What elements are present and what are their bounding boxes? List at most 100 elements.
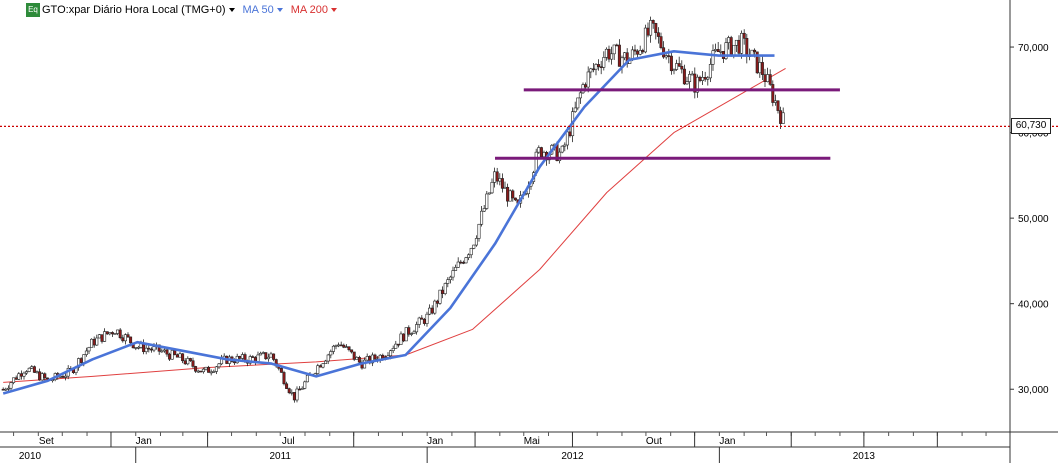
- candle-body: [287, 388, 291, 394]
- candle-body: [285, 383, 289, 389]
- candle-body: [454, 267, 458, 271]
- candle-body: [389, 350, 393, 357]
- candle-body: [290, 392, 294, 394]
- candle-body: [485, 193, 489, 209]
- candle-body: [441, 289, 445, 294]
- candle-body: [331, 345, 335, 352]
- ma200-dropdown-icon[interactable]: [331, 7, 337, 12]
- candle-body: [714, 49, 718, 51]
- candle-body: [61, 376, 65, 378]
- candle-body: [420, 317, 424, 320]
- candle-body: [422, 318, 426, 324]
- candle-body: [604, 48, 608, 58]
- candle-body: [703, 77, 707, 80]
- candle-body: [448, 276, 452, 280]
- candle-body: [493, 171, 497, 183]
- candle-body: [477, 223, 481, 239]
- candle-body: [27, 367, 31, 372]
- candle-body: [321, 363, 325, 368]
- candle-body: [565, 131, 569, 146]
- candle-body: [646, 27, 650, 36]
- candle-body: [136, 347, 140, 349]
- year-label: 2011: [269, 451, 291, 462]
- candle-body: [201, 368, 205, 373]
- candle-body: [651, 20, 655, 24]
- candle-body: [84, 350, 88, 355]
- candle-body: [576, 97, 580, 109]
- candle-body: [563, 144, 567, 147]
- candle-body: [633, 49, 637, 52]
- candle-body: [279, 368, 283, 373]
- candle-body: [742, 32, 746, 39]
- candle-body: [204, 366, 208, 370]
- candle-body: [391, 348, 395, 351]
- x-axis: Set Jan Jul Jan Mai Out Jan 2010 2011 2012 2013: [0, 431, 1058, 463]
- year-label: 2012: [561, 451, 584, 462]
- candle-body: [175, 354, 179, 358]
- candle-body: [688, 74, 692, 82]
- chart-legend: Eq GTO:xpar Diário Hora Local (TMG+0) MA…: [0, 0, 345, 20]
- candle-body: [298, 388, 302, 391]
- candle-body: [118, 329, 122, 339]
- candle-body: [350, 349, 354, 353]
- candle-body: [4, 388, 8, 391]
- y-axis: 30,00040,00050,00060,00070,000: [1009, 0, 1049, 463]
- ma200-legend-label[interactable]: MA 200: [291, 4, 328, 16]
- candle-body: [347, 346, 351, 351]
- y-tick-label: 50,000: [1018, 214, 1049, 225]
- candle-body: [503, 186, 507, 189]
- candle-body: [165, 349, 169, 355]
- x-tick-label: Set: [39, 436, 54, 447]
- candle-body: [430, 307, 434, 314]
- candle-body: [90, 338, 94, 348]
- candle-body: [6, 387, 10, 390]
- candle-body: [409, 333, 413, 335]
- candle-body: [734, 39, 738, 46]
- candle-body: [329, 351, 333, 356]
- ma50-dropdown-icon[interactable]: [276, 7, 283, 12]
- candle-body: [464, 257, 468, 264]
- candle-body: [737, 39, 741, 54]
- candle-body: [300, 388, 304, 390]
- candle-body: [677, 63, 681, 67]
- candle-body: [396, 343, 400, 346]
- candle-body: [35, 371, 39, 374]
- candle-body: [716, 49, 720, 53]
- candle-body: [233, 361, 237, 364]
- candle-body: [773, 100, 777, 103]
- candle-body: [433, 300, 437, 314]
- candle-body: [480, 210, 484, 225]
- candle-body: [711, 50, 715, 65]
- candle-body: [623, 52, 627, 59]
- candle-body: [584, 84, 588, 88]
- candle-body: [105, 331, 109, 335]
- candle-body: [251, 356, 255, 358]
- candle-body: [199, 370, 203, 373]
- candle-body: [573, 107, 577, 112]
- candle-body: [144, 347, 148, 353]
- candle-body: [415, 324, 419, 333]
- candle-body: [334, 345, 338, 347]
- candle-body: [659, 36, 663, 49]
- candle-body: [680, 65, 684, 70]
- candle-body: [342, 344, 346, 348]
- y-tick-label: 70,000: [1018, 43, 1049, 54]
- candle-body: [269, 353, 273, 358]
- candle-body: [617, 44, 621, 67]
- candle-body: [87, 347, 91, 352]
- candle-body: [79, 358, 83, 363]
- candle-body: [116, 329, 120, 334]
- title-dropdown-icon[interactable]: [228, 7, 235, 12]
- candle-body: [656, 32, 660, 37]
- candle-body: [771, 84, 775, 103]
- candle-body: [701, 77, 705, 81]
- ma50-legend-label[interactable]: MA 50: [243, 4, 274, 16]
- candle-body: [435, 300, 439, 304]
- candle-body: [17, 373, 21, 380]
- candle-body: [495, 171, 499, 182]
- price-chart[interactable]: 30,00040,00050,00060,00070,000 SetJanJul…: [0, 0, 1058, 463]
- candle-body: [412, 331, 416, 334]
- candle-body: [781, 112, 785, 124]
- candle-body: [456, 261, 460, 268]
- chart-title[interactable]: GTO:xpar Diário Hora Local (TMG+0): [42, 4, 226, 16]
